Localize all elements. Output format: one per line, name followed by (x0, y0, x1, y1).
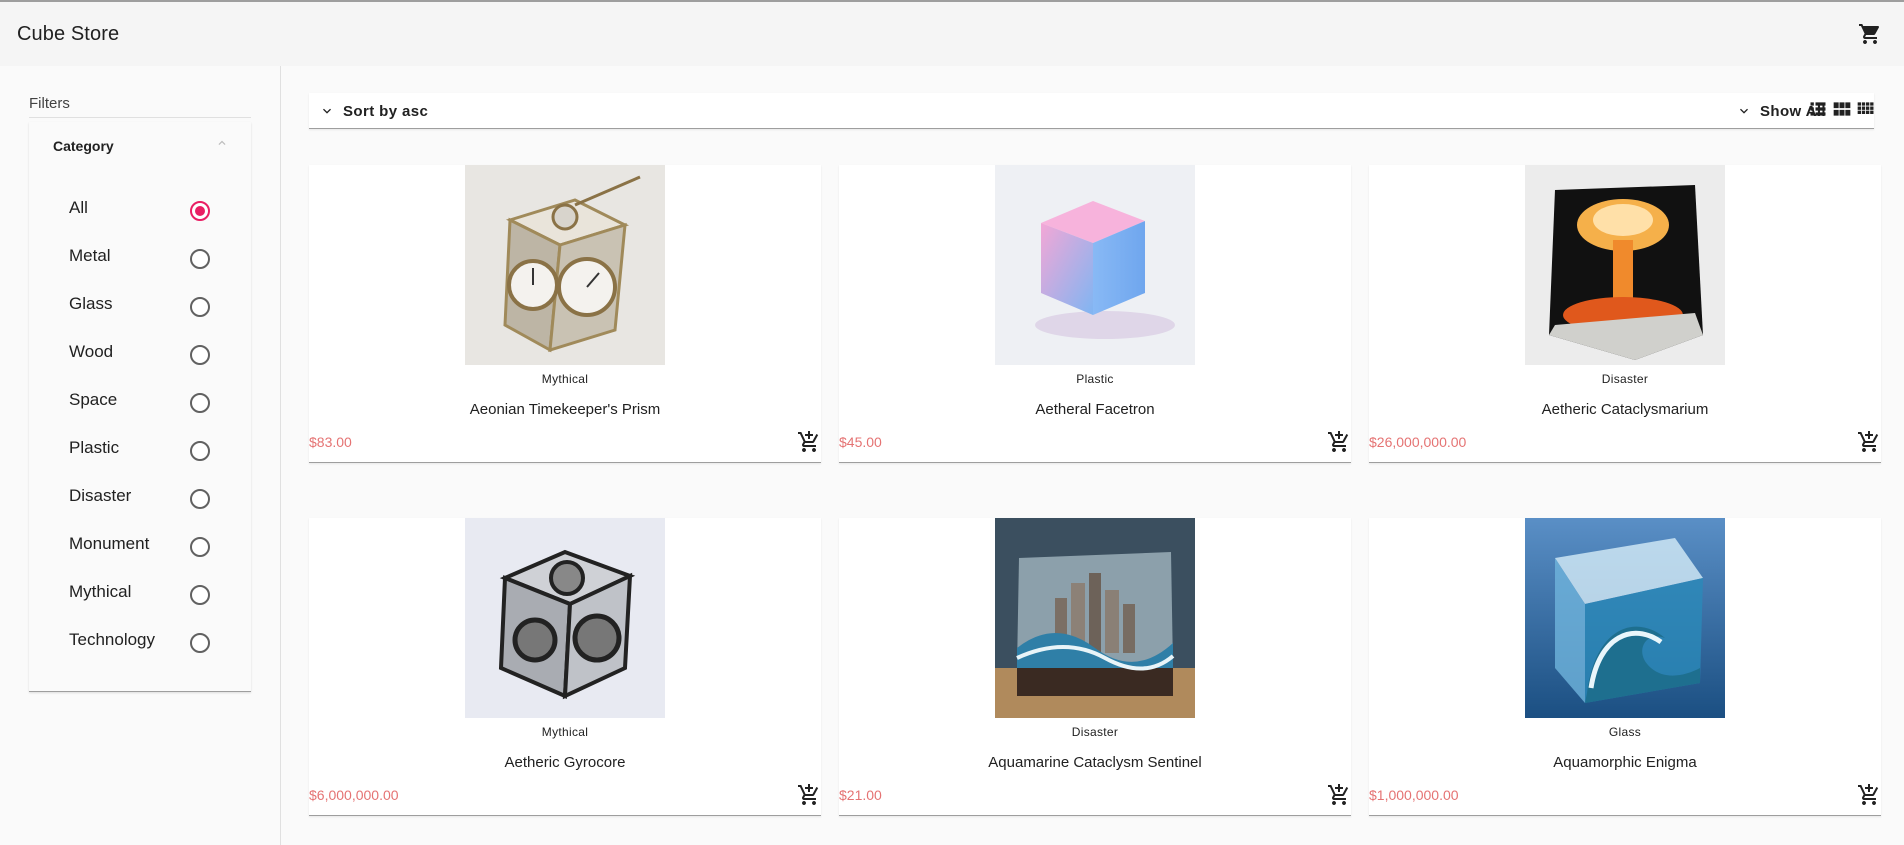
category-panel: Category All Metal Glass Wood Space Plastic Di… (29, 122, 251, 692)
category-option-label: Glass (69, 294, 113, 313)
product-card[interactable]: Disaster Aquamarine Cataclysm Sentinel $21… (839, 518, 1351, 816)
product-category: Plastic (1076, 372, 1114, 386)
product-name[interactable]: Aquamorphic Enigma (1369, 754, 1881, 771)
product-card[interactable]: Mythical Aetheric Gyrocore $6,000,000.00 (309, 518, 821, 816)
category-option[interactable]: Metal (29, 246, 251, 307)
category-radio[interactable] (190, 633, 210, 653)
product-image[interactable] (1525, 518, 1725, 718)
add-to-cart-icon[interactable] (797, 783, 821, 807)
category-option-label: Wood (69, 342, 114, 361)
add-to-cart-icon[interactable] (1857, 430, 1881, 454)
product-image[interactable] (995, 518, 1195, 718)
city-wave-cube-image (995, 518, 1195, 718)
add-to-cart-icon[interactable] (1857, 783, 1881, 807)
category-option[interactable]: Wood (29, 342, 251, 403)
product-image[interactable] (995, 165, 1195, 365)
product-name[interactable]: Aetheral Facetron (839, 401, 1351, 418)
category-radio[interactable] (190, 393, 210, 413)
glass-wave-cube-image (1525, 518, 1725, 718)
chevron-up-icon (218, 140, 226, 145)
top-app-bar: Cube Store (0, 0, 1904, 66)
category-header[interactable]: Category (29, 122, 251, 167)
product-price: $26,000,000.00 (1369, 434, 1467, 450)
product-toolbar: Sort by asc Show All (309, 93, 1874, 129)
product-image[interactable] (465, 518, 665, 718)
category-label: Category (53, 138, 114, 154)
category-option-label: Mythical (69, 582, 132, 601)
product-name[interactable]: Aquamarine Cataclysm Sentinel (839, 754, 1351, 771)
pastel-gradient-cube-image (995, 165, 1195, 365)
product-card[interactable]: Mythical Aeonian Timekeeper's Prism $83.00 (309, 165, 821, 463)
category-option-label: Disaster (69, 486, 132, 505)
category-option-label: Plastic (69, 438, 120, 457)
main-content: Sort by asc Show All Mythical Aeonian Tim… (282, 66, 1904, 845)
chevron-down-icon (1740, 108, 1748, 114)
category-radio[interactable] (190, 585, 210, 605)
product-image[interactable] (465, 165, 665, 365)
category-option[interactable]: Space (29, 390, 251, 451)
product-category: Glass (1608, 725, 1642, 739)
filters-title: Filters (29, 95, 251, 118)
product-card[interactable]: Glass Aquamorphic Enigma $1,000,000.00 (1369, 518, 1881, 816)
product-price: $6,000,000.00 (309, 787, 399, 803)
category-option[interactable]: Monument (29, 534, 251, 595)
product-name[interactable]: Aetheric Cataclysmarium (1369, 401, 1881, 418)
product-category: Disaster (1071, 725, 1119, 739)
category-option-label: All (69, 198, 88, 217)
category-radio[interactable] (190, 489, 210, 509)
sort-label: Sort by asc (343, 102, 429, 120)
add-to-cart-icon[interactable] (1327, 430, 1351, 454)
app-title: Cube Store (17, 22, 120, 45)
category-option-label: Technology (69, 630, 156, 649)
product-price: $45.00 (839, 434, 882, 450)
category-option[interactable]: Plastic (29, 438, 251, 499)
category-radio-group: All Metal Glass Wood Space Plastic Disaster Mon… (29, 198, 251, 691)
category-option[interactable]: All (29, 198, 251, 259)
product-category: Disaster (1601, 372, 1649, 386)
category-radio[interactable] (190, 441, 210, 461)
category-option-label: Monument (69, 534, 150, 553)
product-name[interactable]: Aetheric Gyrocore (309, 754, 821, 771)
cart-icon[interactable] (1858, 22, 1882, 46)
filters-sidebar: Filters Category All Metal Glass Wood Space P… (0, 66, 281, 845)
category-radio[interactable] (190, 201, 210, 221)
category-radio[interactable] (190, 249, 210, 269)
sort-button[interactable]: Sort by asc (315, 98, 428, 124)
product-price: $21.00 (839, 787, 882, 803)
mushroom-cloud-cube-image (1525, 165, 1725, 365)
category-option-label: Space (69, 390, 118, 409)
product-price: $1,000,000.00 (1369, 787, 1459, 803)
product-card[interactable]: Disaster Aetheric Cataclysmarium $26,000,0… (1369, 165, 1881, 463)
product-name[interactable]: Aeonian Timekeeper's Prism (309, 401, 821, 418)
grid-view-icon[interactable] (1832, 99, 1852, 119)
product-category: Mythical (541, 372, 589, 386)
product-category: Mythical (541, 725, 589, 739)
category-option[interactable]: Technology (29, 630, 251, 691)
product-price: $83.00 (309, 434, 352, 450)
compact-grid-view-icon[interactable] (1856, 99, 1876, 119)
chevron-down-icon (323, 108, 331, 114)
product-image[interactable] (1525, 165, 1725, 365)
category-radio[interactable] (190, 297, 210, 317)
category-radio[interactable] (190, 345, 210, 365)
chrome-gyro-cube-image (465, 518, 665, 718)
clockwork-cube-image (465, 165, 665, 365)
category-option-label: Metal (69, 246, 111, 265)
add-to-cart-icon[interactable] (797, 430, 821, 454)
add-to-cart-icon[interactable] (1327, 783, 1351, 807)
category-radio[interactable] (190, 537, 210, 557)
view-toggle-group (1808, 99, 1876, 119)
list-view-icon[interactable] (1808, 99, 1828, 119)
product-card[interactable]: Plastic Aetheral Facetron $45.00 (839, 165, 1351, 463)
category-option[interactable]: Glass (29, 294, 251, 355)
